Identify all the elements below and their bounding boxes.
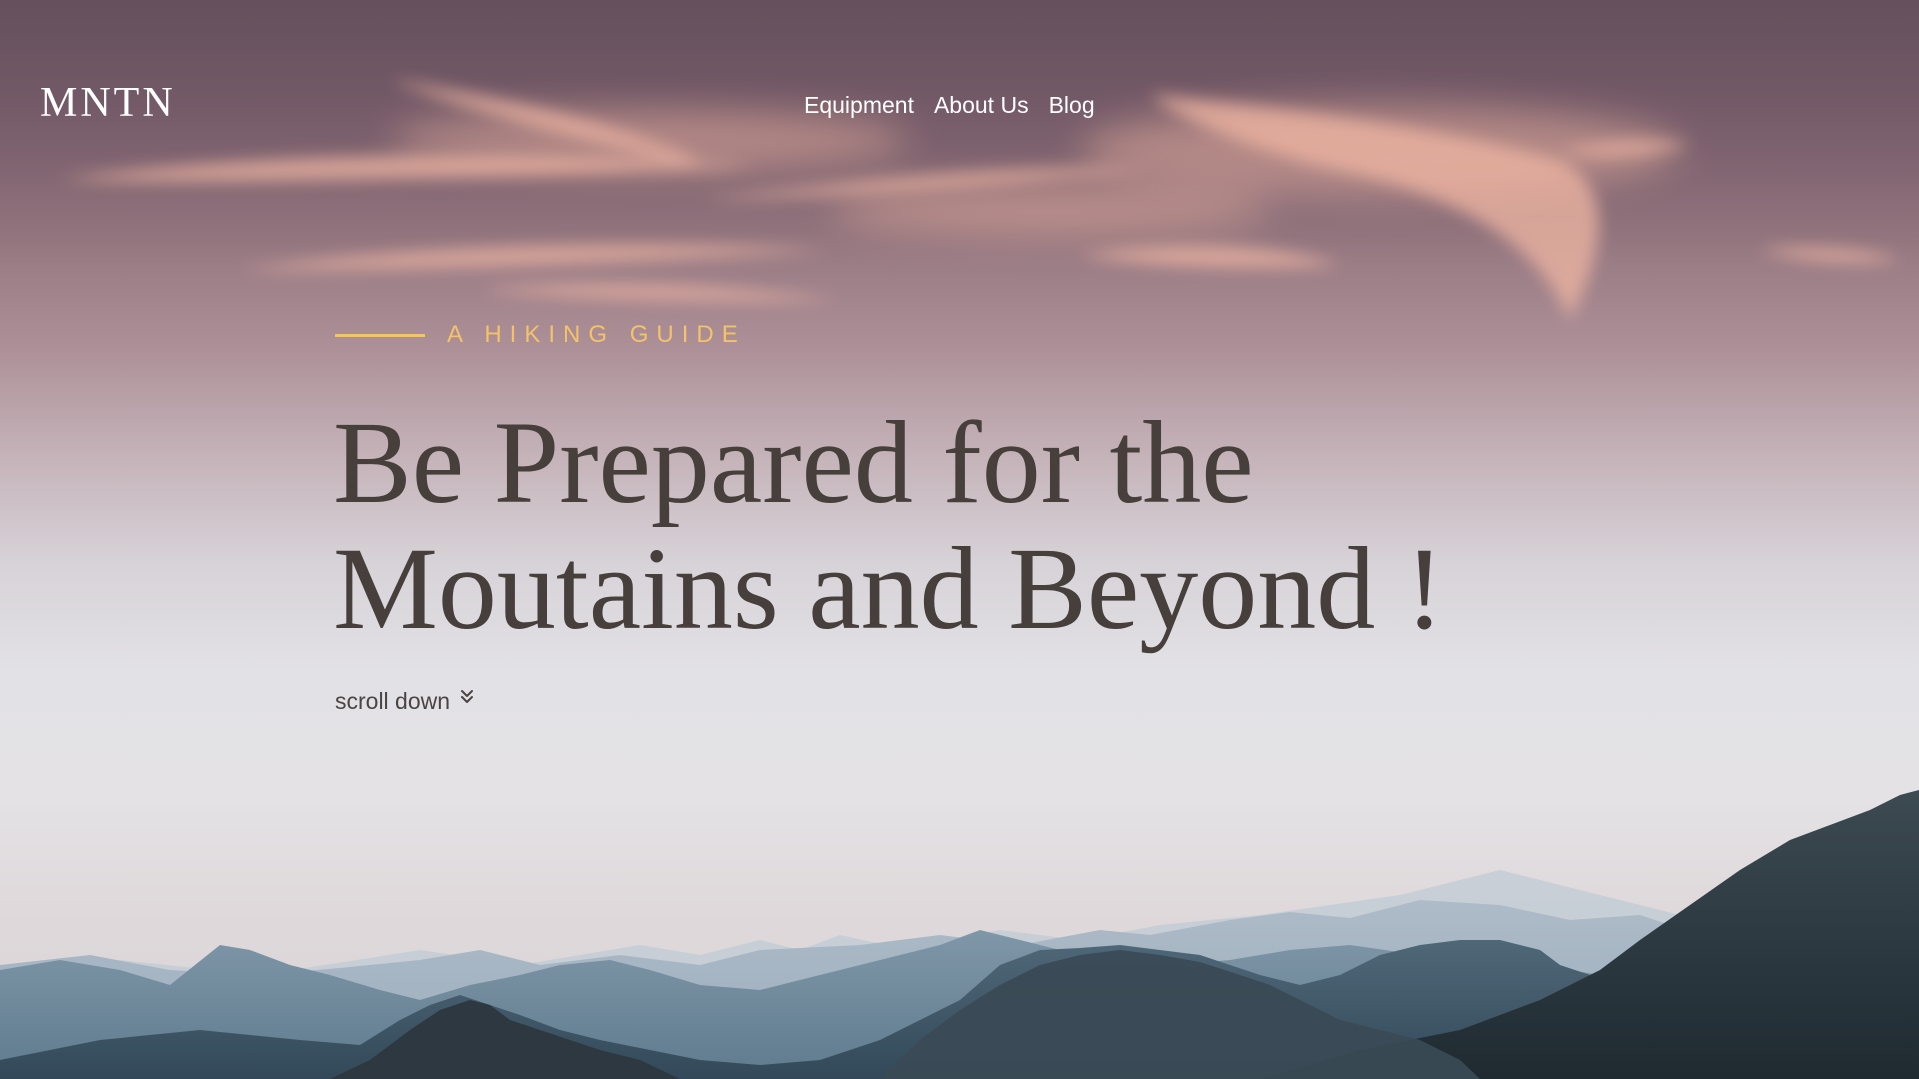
scroll-down-link[interactable]: scroll down (335, 688, 474, 714)
nav-item-equipment[interactable]: Equipment (804, 92, 914, 120)
nav-item-about-us[interactable]: About Us (934, 92, 1029, 120)
double-chevron-down-icon (461, 689, 474, 703)
headline-line-1: Be Prepared for the (333, 397, 1254, 528)
hero-section: MNTN Equipment About Us Blog A HIKING GU… (0, 0, 1919, 1079)
scroll-down-label: scroll down (335, 688, 451, 714)
headline-line-2: Moutains and Beyond ! (333, 523, 1445, 654)
nav-item-blog[interactable]: Blog (1049, 92, 1095, 120)
main-nav: Equipment About Us Blog (804, 92, 1095, 120)
eyebrow-text: A HIKING GUIDE (447, 321, 746, 348)
hero-eyebrow: A HIKING GUIDE (335, 323, 746, 347)
site-logo[interactable]: MNTN (40, 82, 176, 124)
eyebrow-divider (335, 333, 425, 337)
hero-headline: Be Prepared for the Moutains and Beyond … (333, 400, 1444, 652)
